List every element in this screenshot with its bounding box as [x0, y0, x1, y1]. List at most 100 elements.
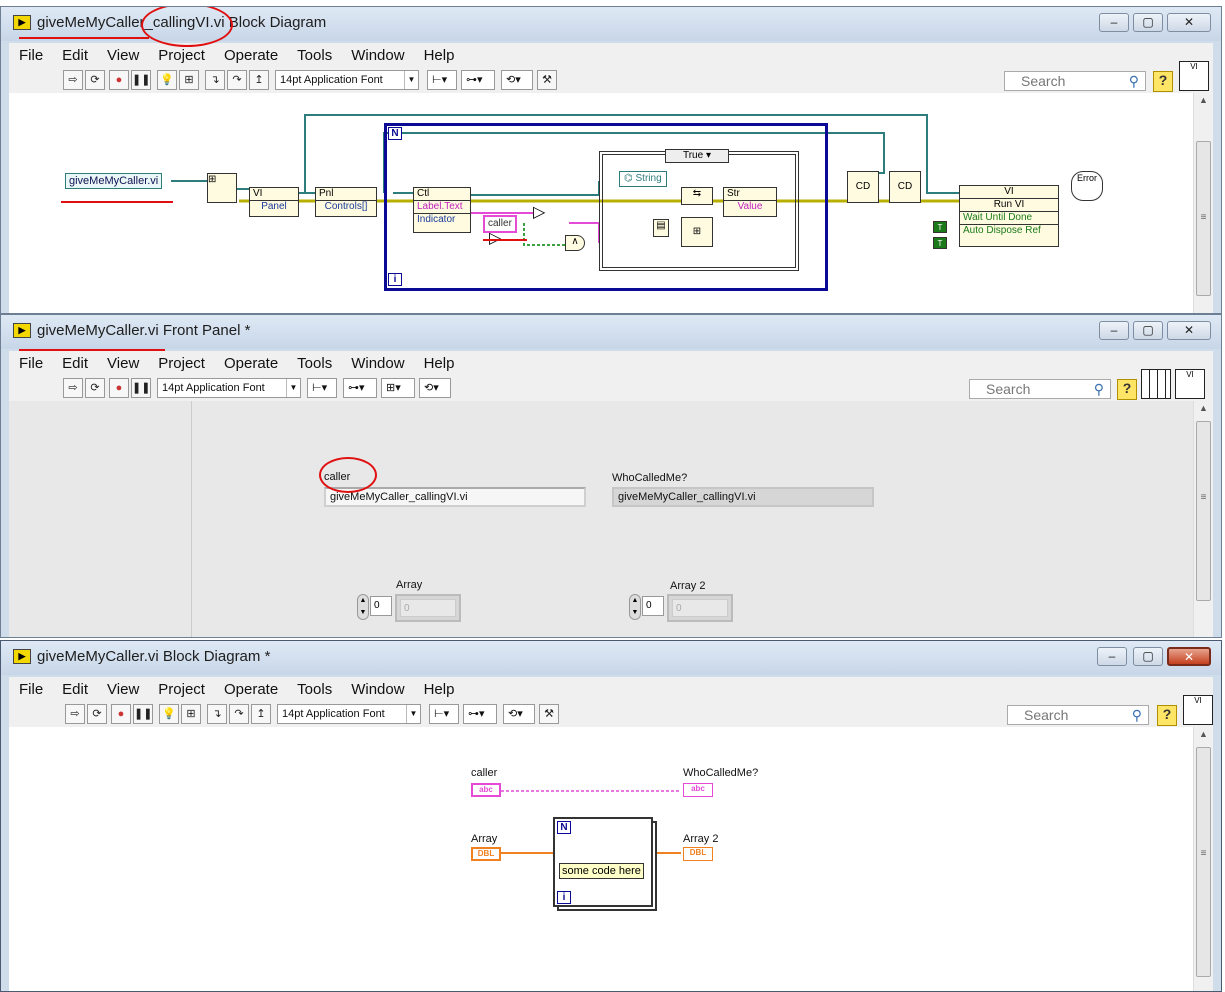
distribute-objects-select[interactable]: ⊶▾: [461, 70, 495, 90]
step-out-icon[interactable]: ↥: [249, 70, 269, 90]
reorder-select[interactable]: ⟲▾: [501, 70, 533, 90]
context-help-button[interactable]: ?: [1117, 379, 1137, 400]
pnl-property-node[interactable]: Pnl Controls[]: [315, 187, 377, 217]
menu-view[interactable]: View: [107, 355, 139, 372]
menu-window[interactable]: Window: [351, 47, 404, 64]
array2-index-display[interactable]: 0: [642, 596, 664, 616]
menu-file[interactable]: File: [19, 47, 43, 64]
vertical-scrollbar[interactable]: ▲ ≡: [1193, 93, 1213, 313]
step-over-icon[interactable]: ↷: [227, 70, 247, 90]
caller-terminal[interactable]: abc: [471, 783, 501, 797]
menu-help[interactable]: Help: [424, 355, 455, 372]
run-arrow-icon[interactable]: ⇨: [63, 378, 83, 398]
align-objects-select[interactable]: ⊢▾: [427, 70, 457, 90]
align-objects-select[interactable]: ⊢▾: [429, 704, 459, 724]
menu-project[interactable]: Project: [158, 47, 205, 64]
array2-index-spinner[interactable]: ▲ ▼: [629, 594, 641, 620]
reorder-select[interactable]: ⟲▾: [419, 378, 451, 398]
menu-help[interactable]: Help: [424, 681, 455, 698]
title-bar[interactable]: ▶ giveMeMyCaller.vi Front Panel * – ▢ ✕: [1, 315, 1221, 349]
array-index-display[interactable]: 0: [370, 596, 392, 616]
abort-icon[interactable]: ●: [111, 704, 131, 724]
run-arrow-icon[interactable]: ⇨: [65, 704, 85, 724]
menu-project[interactable]: Project: [158, 355, 205, 372]
menu-file[interactable]: File: [19, 681, 43, 698]
menu-help[interactable]: Help: [424, 47, 455, 64]
menu-view[interactable]: View: [107, 681, 139, 698]
retain-wire-values-icon[interactable]: ⊞: [181, 704, 201, 724]
maximize-button[interactable]: ▢: [1133, 13, 1163, 32]
context-help-button[interactable]: ?: [1153, 71, 1173, 92]
close-button[interactable]: ✕: [1167, 13, 1211, 32]
menu-project[interactable]: Project: [158, 681, 205, 698]
pause-icon[interactable]: ❚❚: [133, 704, 153, 724]
menu-edit[interactable]: Edit: [62, 47, 88, 64]
resize-objects-select[interactable]: ⊞▾: [381, 378, 415, 398]
open-vi-ref-node[interactable]: ⊞: [207, 173, 237, 203]
menu-view[interactable]: View: [107, 47, 139, 64]
scroll-thumb[interactable]: ≡: [1196, 747, 1211, 977]
run-continuously-icon[interactable]: ⟳: [87, 704, 107, 724]
title-bar[interactable]: ▶ giveMeMyCaller.vi Block Diagram * – ▢ …: [1, 641, 1221, 675]
run-vi-invoke-node[interactable]: VI Run VI Wait Until Done Auto Dispose Ref: [959, 185, 1059, 247]
scroll-thumb[interactable]: ≡: [1196, 141, 1211, 296]
scroll-thumb[interactable]: ≡: [1196, 421, 1211, 601]
menu-operate[interactable]: Operate: [224, 681, 278, 698]
true-constant-1[interactable]: T: [933, 221, 947, 233]
minimize-button[interactable]: –: [1099, 321, 1129, 340]
highlight-execution-icon[interactable]: 💡: [159, 704, 179, 724]
maximize-button[interactable]: ▢: [1133, 647, 1163, 666]
str-property-node[interactable]: Str Value: [723, 187, 777, 217]
menu-tools[interactable]: Tools: [297, 355, 332, 372]
step-into-icon[interactable]: ↴: [207, 704, 227, 724]
run-continuously-icon[interactable]: ⟳: [85, 378, 105, 398]
scroll-up-icon[interactable]: ▲: [1194, 729, 1213, 739]
close-button[interactable]: ✕: [1167, 647, 1211, 666]
step-over-icon[interactable]: ↷: [229, 704, 249, 724]
block-diagram-canvas[interactable]: caller abc WhoCalledMe? abc Array DBL Ar…: [9, 727, 1213, 991]
front-panel-canvas[interactable]: caller giveMeMyCaller_callingVI.vi WhoCa…: [9, 401, 1213, 637]
font-select[interactable]: 14pt Application Font ▼: [157, 378, 301, 398]
run-continuously-icon[interactable]: ⟳: [85, 70, 105, 90]
true-constant-2[interactable]: T: [933, 237, 947, 249]
array-index-spinner[interactable]: ▲ ▼: [357, 594, 369, 620]
distribute-objects-select[interactable]: ⊶▾: [463, 704, 497, 724]
string-class-constant[interactable]: ⌬ String: [619, 171, 667, 187]
menu-tools[interactable]: Tools: [297, 47, 332, 64]
reorder-select[interactable]: ⟲▾: [503, 704, 535, 724]
menu-file[interactable]: File: [19, 355, 43, 372]
menu-operate[interactable]: Operate: [224, 355, 278, 372]
vi-connector-icon[interactable]: VI: [1179, 61, 1209, 91]
align-objects-select[interactable]: ⊢▾: [307, 378, 337, 398]
distribute-objects-select[interactable]: ⊶▾: [343, 378, 377, 398]
step-into-icon[interactable]: ↴: [205, 70, 225, 90]
menu-window[interactable]: Window: [351, 681, 404, 698]
cleanup-diagram-icon[interactable]: ⚒: [539, 704, 559, 724]
scroll-up-icon[interactable]: ▲: [1194, 95, 1213, 105]
run-arrow-icon[interactable]: ⇨: [63, 70, 83, 90]
font-select[interactable]: 14pt Application Font ▼: [275, 70, 419, 90]
whocalledme-terminal[interactable]: abc: [683, 783, 713, 797]
search-field[interactable]: Search ⚲: [969, 379, 1111, 399]
cleanup-diagram-icon[interactable]: ⚒: [537, 70, 557, 90]
array-terminal[interactable]: DBL: [471, 847, 501, 861]
ctl-property-node[interactable]: Ctl Label.Text Indicator: [413, 187, 471, 233]
block-diagram-canvas[interactable]: giveMeMyCaller.vi ⊞ VI Panel Pnl Controls[…: [9, 93, 1213, 313]
menu-edit[interactable]: Edit: [62, 681, 88, 698]
vi-reference-constant[interactable]: giveMeMyCaller.vi: [65, 173, 163, 189]
font-select[interactable]: 14pt Application Font ▼: [277, 704, 421, 724]
close-button[interactable]: ✕: [1167, 321, 1211, 340]
scroll-up-icon[interactable]: ▲: [1194, 403, 1213, 413]
case-selector[interactable]: True ▾: [665, 149, 729, 163]
abort-icon[interactable]: ●: [109, 378, 129, 398]
array2-terminal[interactable]: DBL: [683, 847, 713, 861]
maximize-button[interactable]: ▢: [1133, 321, 1163, 340]
comment-label[interactable]: some code here: [559, 863, 644, 879]
menu-tools[interactable]: Tools: [297, 681, 332, 698]
retain-wire-values-icon[interactable]: ⊞: [179, 70, 199, 90]
context-help-button[interactable]: ?: [1157, 705, 1177, 726]
menu-edit[interactable]: Edit: [62, 355, 88, 372]
pause-icon[interactable]: ❚❚: [131, 378, 151, 398]
minimize-button[interactable]: –: [1097, 647, 1127, 666]
vi-property-node[interactable]: VI Panel: [249, 187, 299, 217]
